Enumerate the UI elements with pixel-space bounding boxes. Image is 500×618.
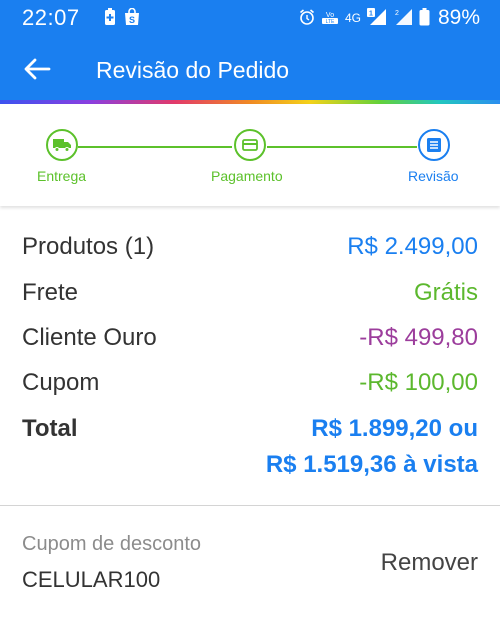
signal-1-icon: 1 <box>366 7 387 29</box>
notification-icons: S <box>104 7 140 31</box>
arrow-left-icon <box>24 58 51 80</box>
total-cash-value: R$ 1.519,36 à vista <box>265 451 478 478</box>
step-entrega[interactable] <box>46 129 78 161</box>
summary-value-cupom: -R$ 100,00 <box>359 369 478 396</box>
4g-icon: 4G <box>344 11 361 25</box>
list-icon <box>427 138 441 152</box>
coupon-label: Cupom de desconto <box>22 533 202 555</box>
alarm-icon <box>299 8 315 28</box>
step-label-entrega: Entrega <box>37 168 87 184</box>
remove-coupon-button[interactable]: Remover <box>381 549 478 577</box>
app-bar: Revisão do Pedido <box>0 36 500 102</box>
battery-percent: 89% <box>437 6 480 29</box>
summary-value-frete: Grátis <box>413 279 478 306</box>
card-icon <box>242 139 258 151</box>
page-title: Revisão do Pedido <box>96 57 290 83</box>
svg-text:LTE: LTE <box>326 19 335 25</box>
svg-text:Vo: Vo <box>326 12 334 19</box>
summary-label-frete: Frete <box>22 279 79 306</box>
status-time: 22:07 <box>22 5 80 30</box>
step-label-pagamento: Pagamento <box>211 168 283 184</box>
truck-icon <box>53 139 71 152</box>
volte-icon: Vo LTE <box>321 9 339 28</box>
summary-value-produtos: R$ 2.499,00 <box>347 233 478 260</box>
svg-text:2: 2 <box>395 10 399 17</box>
step-connector-2 <box>267 146 417 148</box>
summary-label-produtos: Produtos (1) <box>22 233 155 260</box>
step-revisao[interactable] <box>418 129 450 161</box>
total-label: Total <box>22 415 78 442</box>
step-pagamento[interactable] <box>234 129 266 161</box>
step-connector-1 <box>78 146 232 148</box>
status-bar: 22:07 S Vo LTE 4G 1 2 89% <box>0 0 500 36</box>
coupon-code: CELULAR100 <box>22 567 161 592</box>
total-value: R$ 1.899,20 ou <box>311 415 478 442</box>
svg-text:S: S <box>129 15 135 25</box>
battery-plus-icon <box>104 8 116 31</box>
summary-label-cupom: Cupom <box>22 369 100 396</box>
checkout-stepper: Entrega Pagamento Revisão <box>0 104 500 206</box>
battery-icon <box>419 7 430 29</box>
system-icons: Vo LTE 4G 1 2 89% <box>299 6 480 30</box>
summary-label-cliente-ouro: Cliente Ouro <box>22 324 157 351</box>
step-label-revisao: Revisão <box>408 168 459 184</box>
summary-value-cliente-ouro: -R$ 499,80 <box>359 324 478 351</box>
svg-text:1: 1 <box>369 10 373 17</box>
back-button[interactable] <box>22 56 52 82</box>
section-divider <box>0 505 500 506</box>
signal-2-icon: 2 <box>393 8 413 29</box>
shopping-bag-icon: S <box>124 7 140 31</box>
